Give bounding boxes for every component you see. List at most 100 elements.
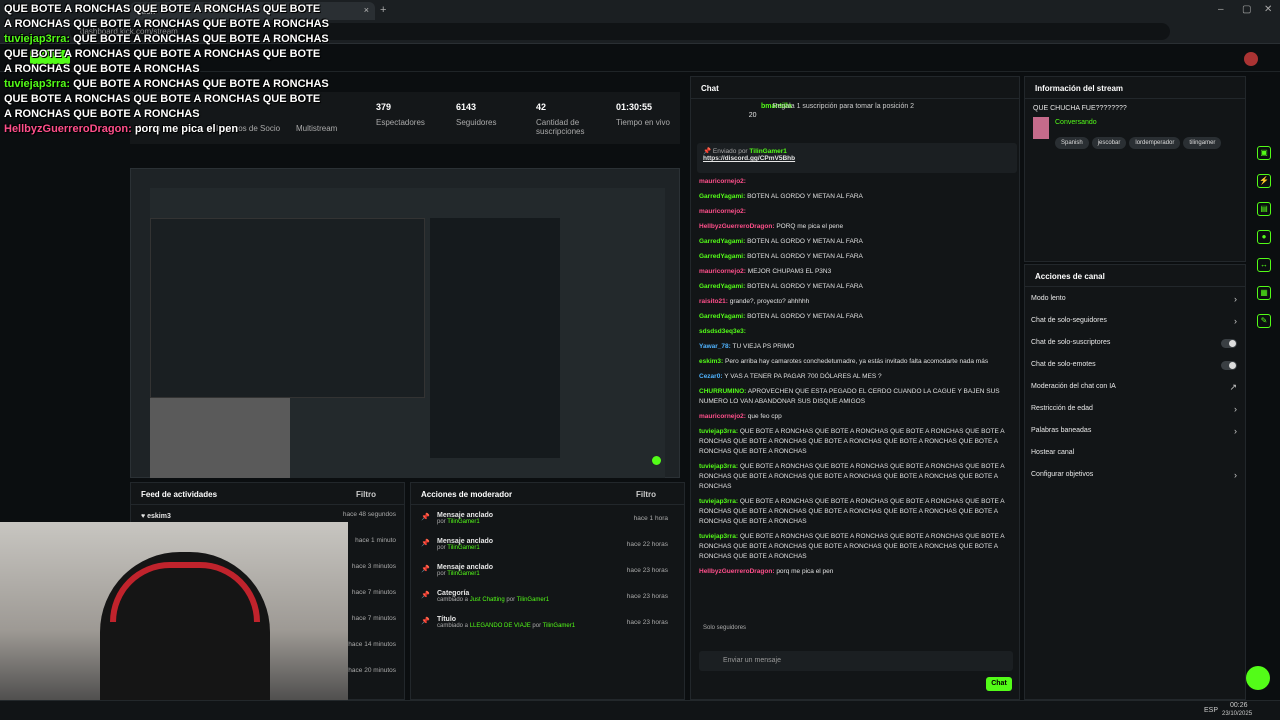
new-tab-button[interactable]: + — [380, 4, 386, 16]
channel-action-item[interactable]: Palabras baneadas › — [1025, 421, 1245, 443]
channel-action-item[interactable]: Chat de solo-suscriptores — [1025, 333, 1245, 355]
chat-username[interactable]: GarredYagami: — [699, 193, 745, 200]
chat-message[interactable]: HellbyzGuerreroDragon: porq me pica el p… — [699, 567, 1011, 577]
chat-message[interactable]: GarredYagami: BOTEN AL GORDO Y METAN AL … — [699, 282, 1011, 292]
pinned-link[interactable]: https://discord.gg/CPmV5Bhb — [703, 155, 795, 162]
chat-text: QUE BOTE A RONCHAS QUE BOTE A RONCHAS QU… — [699, 498, 1005, 525]
tag-badge[interactable]: Spanish — [1055, 137, 1089, 149]
followers-only-label: Solo seguidores — [703, 625, 747, 631]
mod-action-item: 📌 Mensaje anclado por TilinGamer1 hace 23 h… — [421, 564, 668, 577]
channel-actions-list: Modo lento › Chat de solo-seguidores › Chat … — [1025, 287, 1245, 489]
chat-message[interactable]: GarredYagami: BOTEN AL GORDO Y METAN AL … — [699, 252, 1011, 262]
chat-username[interactable]: GarredYagami: — [699, 238, 745, 245]
sidebar-tool-icon[interactable]: ▣ — [1257, 146, 1271, 160]
channel-action-item[interactable]: Modo lento › — [1025, 289, 1245, 311]
activity-feed-header: Feed de actividades Filtro — [131, 483, 404, 505]
chat-username[interactable]: eskim3: — [699, 358, 723, 365]
sidebar-tool-icon[interactable]: ✎ — [1257, 314, 1271, 328]
chat-username[interactable]: tuviejap3rra: — [699, 463, 738, 470]
chat-message[interactable]: CHURRUMINO: APROVECHEN QUE ESTA PEGADO E… — [699, 387, 1011, 407]
chat-username[interactable]: tuviejap3rra: — [699, 498, 738, 505]
sidebar-tool-icon[interactable]: ● — [1257, 230, 1271, 244]
chat-message[interactable]: HellbyzGuerreroDragon: PORQ me pica el p… — [699, 222, 1011, 232]
category-label[interactable]: Conversando — [1055, 119, 1097, 126]
channel-actions-header: Acciones de canal — [1025, 265, 1245, 287]
chat-message[interactable]: mauricornejo2: que feo cpp — [699, 412, 1011, 422]
toggle-switch[interactable] — [1221, 339, 1237, 348]
chat-username[interactable]: GarredYagami: — [699, 313, 745, 320]
chat-username[interactable]: HellbyzGuerreroDragon: — [699, 223, 775, 230]
channel-action-item[interactable]: Chat de solo-emotes — [1025, 355, 1245, 377]
close-window-icon[interactable]: ✕ — [1264, 4, 1272, 15]
activity-feed-filter[interactable]: Filtro — [356, 490, 376, 499]
chat-username[interactable]: mauricornejo2: — [699, 208, 746, 215]
chat-message[interactable]: tuviejap3rra: QUE BOTE A RONCHAS QUE BOT… — [699, 532, 1011, 562]
chat-message[interactable]: tuviejap3rra: QUE BOTE A RONCHAS QUE BOT… — [699, 427, 1011, 457]
chat-message[interactable]: mauricornejo2: — [699, 177, 1011, 187]
chat-username[interactable]: Cezar0: — [699, 373, 722, 380]
chat-message[interactable]: tuviejap3rra: QUE BOTE A RONCHAS QUE BOT… — [699, 497, 1011, 527]
tag-badge[interactable]: jescobar — [1091, 137, 1127, 149]
chat-message[interactable]: GarredYagami: BOTEN AL GORDO Y METAN AL … — [699, 192, 1011, 202]
mod-actions-filter[interactable]: Filtro — [636, 490, 656, 499]
chat-message[interactable]: mauricornejo2: MEJOR CHUPAM3 EL P3N3 — [699, 267, 1011, 277]
overlay-line: HellbyzGuerreroDragon: porq me pica el p… — [4, 123, 239, 135]
chat-message[interactable]: eskim3: Pero arriba hay camarotes conche… — [699, 357, 1011, 367]
chat-username[interactable]: GarredYagami: — [699, 283, 745, 290]
chat-username[interactable]: tuviejap3rra: — [699, 533, 738, 540]
minimize-icon[interactable]: – — [1218, 4, 1224, 15]
chat-message[interactable]: mauricornejo2: — [699, 207, 1011, 217]
pin-icon: 📌 — [703, 148, 712, 155]
tag-badge[interactable]: lordemperador — [1129, 137, 1181, 149]
chat-username[interactable]: mauricornejo2: — [699, 413, 746, 420]
chat-text: TU VIEJA PS PRIMO — [732, 343, 795, 350]
chat-text: PORQ me pica el pene — [776, 223, 844, 230]
chat-message[interactable]: tuviejap3rra: QUE BOTE A RONCHAS QUE BOT… — [699, 462, 1011, 492]
lang-indicator[interactable]: ESP — [1204, 707, 1218, 714]
channel-action-item[interactable]: Chat de solo-seguidores › — [1025, 311, 1245, 333]
close-icon[interactable]: × — [364, 5, 369, 15]
channel-action-item[interactable]: Restricción de edad › — [1025, 399, 1245, 421]
channel-action-item[interactable]: Configurar objetivos › — [1025, 465, 1245, 487]
nested-webcam — [150, 398, 290, 478]
chat-input[interactable]: Enviar un mensaje — [699, 651, 1013, 671]
sidebar-tool-icon[interactable]: ▤ — [1257, 202, 1271, 216]
sidebar-tool-icon[interactable]: ▦ — [1257, 286, 1271, 300]
chevron-right-icon: › — [1234, 426, 1237, 436]
send-chat-button[interactable]: Chat — [986, 677, 1012, 691]
tag-badge[interactable]: tilingamer — [1183, 137, 1222, 149]
avatar[interactable] — [1244, 52, 1258, 66]
stream-info-panel: Información del stream QUE CHUCHA FUE???… — [1024, 76, 1246, 262]
chat-message[interactable]: GarredYagami: BOTEN AL GORDO Y METAN AL … — [699, 312, 1011, 322]
stream-info-header: Información del stream — [1025, 77, 1245, 99]
chat-username[interactable]: mauricornejo2: — [699, 268, 746, 275]
channel-action-item[interactable]: Hostear canal — [1025, 443, 1245, 465]
chat-username[interactable]: sdsdsd3eq3e3: — [699, 328, 746, 335]
chat-username[interactable]: mauricornejo2: — [699, 178, 746, 185]
stat-live-time: 01:30:55 Tiempo en vivo — [616, 102, 670, 127]
chat-panel: Chat bmantilla 20 Regala 1 suscripción p… — [690, 76, 1020, 700]
clock-date[interactable]: 23/10/2025 — [1222, 711, 1252, 717]
chat-message[interactable]: GarredYagami: BOTEN AL GORDO Y METAN AL … — [699, 237, 1011, 247]
chat-message[interactable]: Cezar0: Y VAS A TENER PA PAGAR 700 DÓLAR… — [699, 372, 1011, 382]
chat-message[interactable]: Yawar_78: TU VIEJA PS PRIMO — [699, 342, 1011, 352]
chat-username[interactable]: CHURRUMINO: — [699, 388, 746, 395]
sidebar-tool-icon[interactable]: ⚡ — [1257, 174, 1271, 188]
channel-actions-panel: Acciones de canal Modo lento › Chat de sol… — [1024, 264, 1246, 700]
clock-time[interactable]: 00:26 — [1230, 702, 1248, 709]
chat-message[interactable]: raisito21: grande?, proyecto? ahhhhh — [699, 297, 1011, 307]
chat-username[interactable]: raisito21: — [699, 298, 728, 305]
chat-username[interactable]: tuviejap3rra: — [699, 428, 738, 435]
pinned-message[interactable]: 📌 Enviado por TilinGamer1 https://discor… — [697, 143, 1017, 173]
channel-action-item[interactable]: Moderación del chat con IA ↗ — [1025, 377, 1245, 399]
chat-username[interactable]: GarredYagami: — [699, 253, 745, 260]
chat-username[interactable]: HellbyzGuerreroDragon: — [699, 568, 775, 575]
mod-actions-list: 📌 Mensaje anclado por TilinGamer1 hace 1 ho… — [411, 505, 684, 643]
category-thumb — [1033, 117, 1049, 139]
maximize-icon[interactable]: ▢ — [1242, 4, 1251, 15]
sidebar-tool-icon[interactable]: ↔ — [1257, 258, 1271, 272]
toggle-switch[interactable] — [1221, 361, 1237, 370]
support-chat-icon[interactable] — [1246, 666, 1270, 690]
chat-message[interactable]: sdsdsd3eq3e3: — [699, 327, 1011, 337]
chat-username[interactable]: Yawar_78: — [699, 343, 731, 350]
